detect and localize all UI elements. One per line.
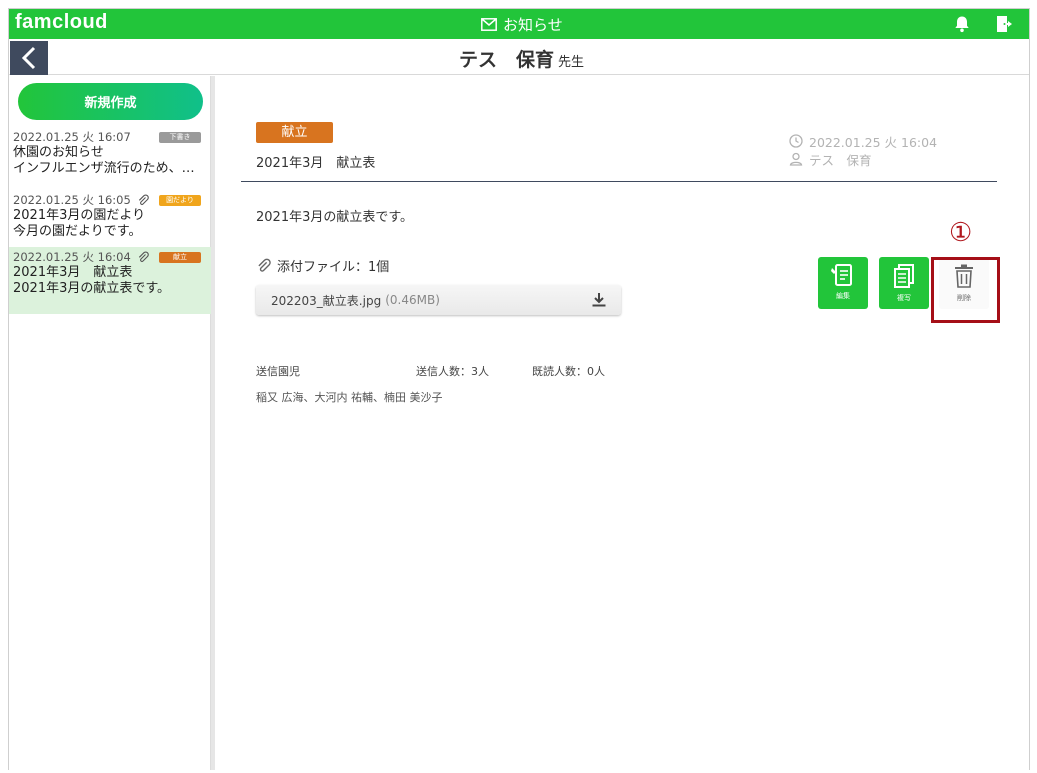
- edit-button[interactable]: 編集: [818, 257, 868, 309]
- teacher-name: テス 保育: [459, 49, 555, 71]
- category-badge: 園だより: [159, 195, 201, 206]
- mail-icon: [481, 18, 497, 31]
- callout-marker: ①: [949, 218, 973, 248]
- message-detail: 献立 2021年3月 献立表 2022.01.25 火 16:04 テス 保育 …: [215, 76, 1029, 770]
- page-title: テス 保育 先生: [459, 45, 584, 72]
- clock-icon: [789, 134, 803, 148]
- list-item-message[interactable]: 2022.01.25 火 16:07 下書き 休園のお知らせ インフルエンザ流行…: [9, 127, 211, 177]
- bell-icon[interactable]: [953, 15, 971, 33]
- app-logo: famcloud: [15, 11, 108, 33]
- message-title: 2021年3月の園だより: [13, 208, 146, 223]
- copy-label: 複写: [897, 294, 911, 302]
- attachment-file[interactable]: 202203_献立表.jpg (0.46MB): [256, 285, 621, 315]
- file-size: (0.46MB): [385, 293, 440, 307]
- edit-note-icon: [831, 264, 852, 286]
- paperclip-icon: [138, 251, 149, 262]
- message-preview: 今月の園だよりです。: [13, 224, 142, 239]
- read-count: 既読人数：0人: [532, 365, 605, 378]
- message-title: 2021年3月 献立表: [13, 265, 133, 280]
- chevron-left-icon: [21, 46, 36, 70]
- message-preview: インフルエンザ流行のため、…: [13, 161, 195, 176]
- detail-divider: [241, 181, 997, 182]
- sent-count: 送信人数：3人: [416, 365, 489, 378]
- section-title-text: お知らせ: [503, 16, 563, 34]
- copy-icon: [894, 264, 914, 288]
- attachment-label: 添付ファイル：1個: [256, 256, 389, 275]
- paperclip-icon: [138, 194, 149, 205]
- download-icon[interactable]: [591, 292, 607, 308]
- list-item-message[interactable]: 2022.01.25 火 16:05 園だより 2021年3月の園だより 今月の…: [9, 190, 211, 240]
- logout-icon[interactable]: [995, 14, 1015, 34]
- top-bar: famcloud お知らせ: [9, 9, 1029, 39]
- file-name: 202203_献立表.jpg: [271, 293, 382, 308]
- callout-highlight-box: [931, 257, 1000, 323]
- paperclip-icon: [258, 258, 271, 272]
- edit-label: 編集: [836, 292, 850, 300]
- category-badge: 献立: [159, 252, 201, 263]
- page-header: テス 保育 先生: [9, 39, 1029, 75]
- copy-button[interactable]: 複写: [879, 257, 929, 309]
- teacher-suffix: 先生: [558, 55, 585, 70]
- back-button[interactable]: [10, 41, 48, 75]
- detail-body: 2021年3月の献立表です。: [256, 210, 414, 225]
- detail-author: テス 保育: [809, 152, 872, 168]
- message-title: 休園のお知らせ: [13, 145, 104, 160]
- user-icon: [789, 152, 803, 166]
- app-frame: famcloud お知らせ テス 保育 先生 新規作成 2022.01.25 火 …: [8, 8, 1030, 770]
- message-list-sidebar: 新規作成 2022.01.25 火 16:07 下書き 休園のお知らせ インフル…: [9, 76, 211, 770]
- recipient-names: 稲又 広海、大河内 祐輔、楠田 美沙子: [256, 391, 443, 404]
- recipients-label: 送信園児: [256, 365, 300, 378]
- status-badge: 下書き: [159, 132, 201, 143]
- list-item-message-selected[interactable]: 2022.01.25 火 16:04 献立 2021年3月 献立表 2021年3…: [9, 247, 211, 314]
- message-preview: 2021年3月の献立表です。: [13, 281, 171, 296]
- category-tag: 献立: [256, 122, 333, 143]
- message-meta: 2022.01.25 火 16:04 テス 保育: [789, 132, 937, 168]
- section-title: お知らせ: [481, 14, 563, 35]
- detail-title: 2021年3月 献立表: [256, 156, 376, 171]
- detail-datetime: 2022.01.25 火 16:04: [809, 134, 938, 150]
- new-message-button[interactable]: 新規作成: [18, 83, 203, 120]
